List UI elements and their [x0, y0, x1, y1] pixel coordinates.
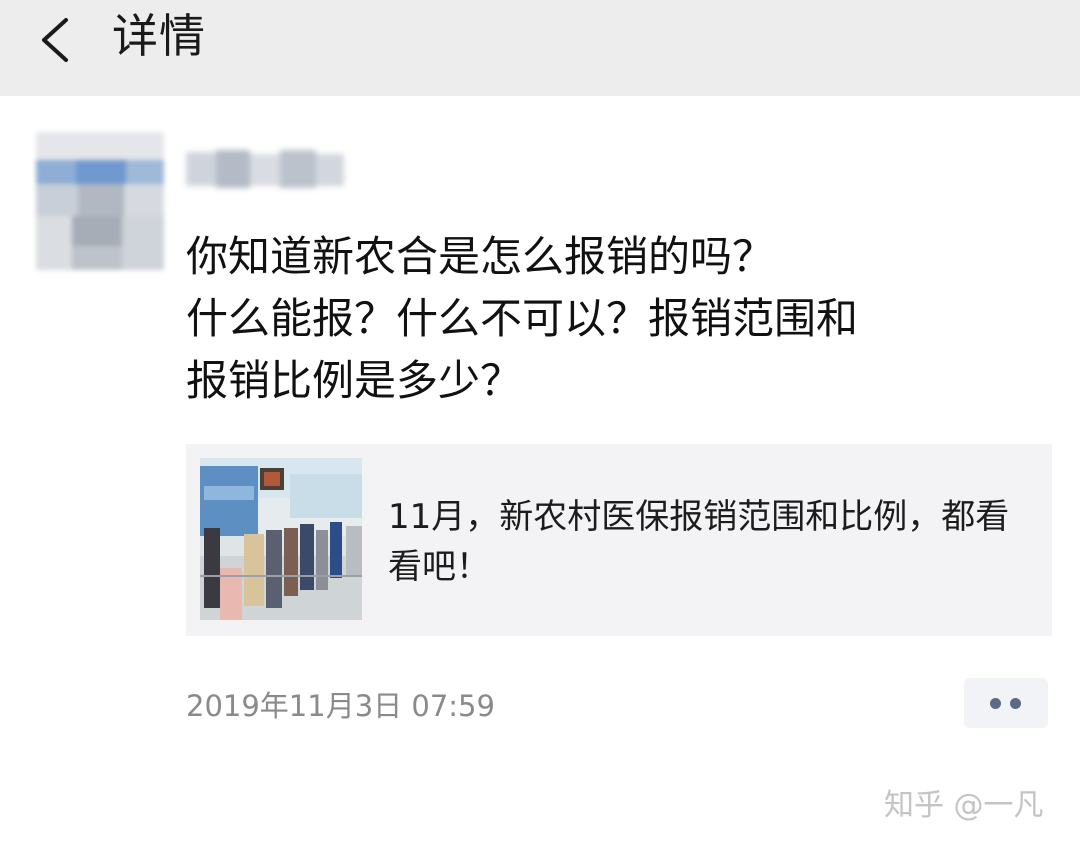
post-text-line: 报销比例是多少？	[186, 356, 523, 405]
post-text-line: 什么能报？什么不可以？报销范围和	[186, 294, 859, 343]
moment-detail-page: 详情 你知道新农合是怎么报销的吗？ 什么能报？什么不可以？报销范围和 报销比例是…	[0, 0, 1080, 852]
article-title: 11月，新农村医保报销范围和比例，都看看吧！	[388, 497, 1010, 587]
post-timestamp: 2019年11月3日 07:59	[186, 689, 495, 723]
post-text: 你知道新农合是怎么报销的吗？ 什么能报？什么不可以？报销范围和 报销比例是多少？	[186, 226, 1046, 412]
watermark: 知乎 @一凡	[884, 788, 1044, 823]
article-thumbnail	[200, 458, 362, 620]
top-nav-bar: 详情	[0, 0, 1080, 96]
post-text-line: 你知道新农合是怎么报销的吗？	[186, 232, 775, 281]
username[interactable]	[186, 142, 346, 198]
avatar[interactable]	[36, 132, 164, 270]
chevron-left-icon	[42, 18, 68, 62]
back-button[interactable]	[26, 10, 86, 70]
more-actions-button[interactable]	[964, 678, 1048, 728]
page-title: 详情	[112, 9, 206, 63]
shared-article-card[interactable]: 11月，新农村医保报销范围和比例，都看看吧！	[186, 444, 1052, 636]
